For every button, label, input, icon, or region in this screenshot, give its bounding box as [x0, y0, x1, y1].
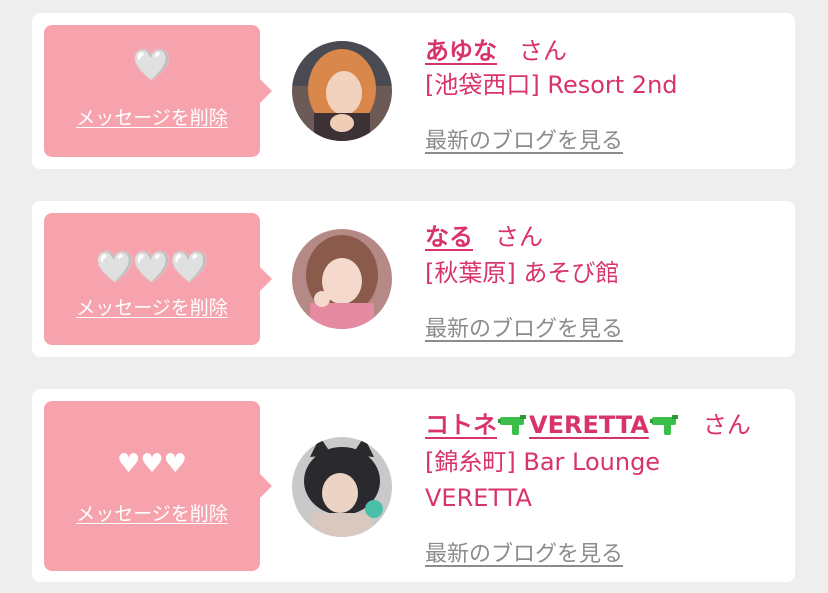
heart-icon: 🤍🤍🤍	[95, 250, 209, 285]
delete-message-link[interactable]: メッセージを削除	[44, 103, 260, 130]
avatar[interactable]	[292, 437, 392, 537]
shop-name: [錦糸町] Bar Lounge	[425, 448, 661, 476]
message-box: 🤍 メッセージを削除	[44, 25, 272, 157]
honorific: さん	[495, 223, 543, 251]
profile-name-link[interactable]: なる	[425, 223, 473, 251]
profile-name-link[interactable]: コトネ VERETTA	[425, 411, 681, 439]
avatar[interactable]	[292, 229, 392, 329]
honorific: さん	[702, 411, 751, 439]
avatar[interactable]	[292, 41, 392, 141]
message-box: ♥♥♥ メッセージを削除	[44, 401, 272, 571]
favorite-card-1: 🤍 メッセージを削除 あゆな さん [池袋西口] Resort 2nd 最新のブロ…	[32, 13, 795, 169]
shop-name-line2: VERETTA	[425, 484, 532, 512]
name-line: なる さん	[425, 217, 543, 252]
water-gun-icon	[649, 414, 680, 442]
delete-message-link[interactable]: メッセージを削除	[44, 293, 260, 320]
heart-icon: ♥♥♥	[117, 449, 187, 479]
water-gun-icon	[498, 414, 528, 442]
profile-name-link[interactable]: あゆな	[425, 37, 497, 65]
heart-icon: 🤍	[133, 48, 171, 83]
latest-blog-link[interactable]: 最新のブログを見る	[425, 536, 623, 568]
latest-blog-link[interactable]: 最新のブログを見る	[425, 123, 623, 155]
name-line: コトネ VERETTA さん	[425, 405, 751, 442]
shop-name: [秋葉原] あそび館	[425, 259, 620, 287]
message-box: 🤍🤍🤍 メッセージを削除	[44, 213, 272, 345]
delete-message-link[interactable]: メッセージを削除	[44, 499, 260, 526]
latest-blog-link[interactable]: 最新のブログを見る	[425, 311, 623, 343]
name-line: あゆな さん	[425, 31, 567, 66]
shop-name: [池袋西口] Resort 2nd	[425, 71, 678, 99]
honorific: さん	[519, 37, 567, 65]
favorite-card-2: 🤍🤍🤍 メッセージを削除 なる さん [秋葉原] あそび館 最新のブログを見る	[32, 201, 795, 357]
favorite-card-3: ♥♥♥ メッセージを削除 コトネ VERETTA さん [錦糸町] Bar Loun…	[32, 389, 795, 582]
